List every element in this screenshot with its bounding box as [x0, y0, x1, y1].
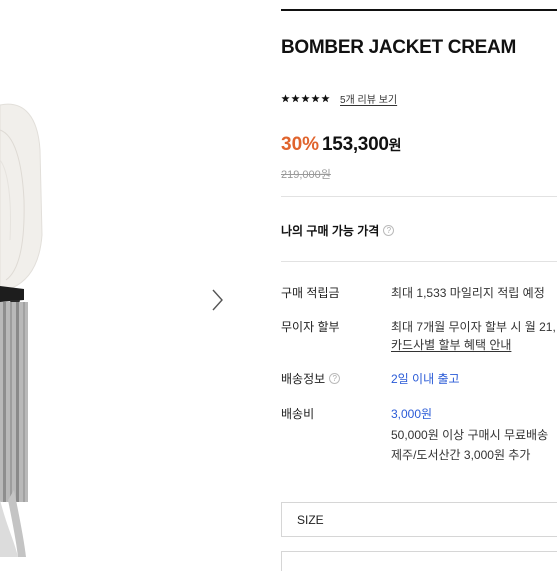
product-image[interactable] [0, 0, 240, 557]
shipping-fee-value: 3,000원 [391, 407, 433, 421]
star-icon [291, 93, 300, 102]
original-price: 219,000원 [281, 169, 331, 181]
star-icon [301, 93, 310, 102]
points-label: 구매 적립금 [281, 286, 340, 300]
star-icon [281, 93, 290, 102]
chevron-right-icon [212, 289, 223, 311]
star-icon [321, 93, 330, 102]
installment-benefit-link[interactable]: 카드사별 할부 혜택 안내 [391, 336, 511, 353]
product-photo-illustration [0, 103, 43, 557]
price-row: 30% 153,300 원 [281, 134, 402, 156]
divider [281, 261, 557, 262]
installment-value: 최대 7개월 무이자 할부 시 월 21, [391, 320, 556, 334]
sale-price-unit: 원 [388, 137, 402, 153]
sale-price: 153,300 [322, 134, 389, 155]
review-link[interactable]: 5개 리뷰 보기 [340, 91, 397, 106]
rating-stars [281, 93, 330, 103]
help-icon[interactable]: ? [383, 225, 395, 236]
shipping-info-label: 배송정보 [281, 372, 326, 386]
size-select[interactable]: SIZE [281, 502, 557, 537]
rating-row: 5개 리뷰 보기 [281, 91, 397, 106]
discount-rate: 30% [281, 134, 320, 155]
my-price-toggle[interactable]: 나의 구매 가능 가격 ? [281, 222, 395, 239]
star-icon [311, 93, 320, 102]
help-icon[interactable]: ? [329, 373, 341, 384]
divider [281, 196, 557, 197]
product-title: BOMBER JACKET CREAM [281, 37, 516, 58]
shipping-info-value: 2일 이내 출고 [391, 372, 460, 386]
top-divider [281, 9, 557, 11]
my-price-label: 나의 구매 가능 가격 [281, 224, 380, 238]
points-value: 최대 1,533 마일리지 적립 예정 [391, 286, 545, 300]
shipping-free-condition: 50,000원 이상 구매시 무료배송 [391, 428, 549, 442]
shipping-info-label-row: 배송정보 ? [281, 370, 341, 387]
next-option-box[interactable] [281, 551, 557, 571]
installment-label: 무이자 할부 [281, 320, 340, 334]
shipping-island-fee: 제주/도서산간 3,000원 추가 [391, 448, 531, 462]
shipping-fee-label: 배송비 [281, 407, 315, 421]
next-image-button[interactable] [205, 286, 229, 314]
size-select-label: SIZE [297, 512, 324, 527]
